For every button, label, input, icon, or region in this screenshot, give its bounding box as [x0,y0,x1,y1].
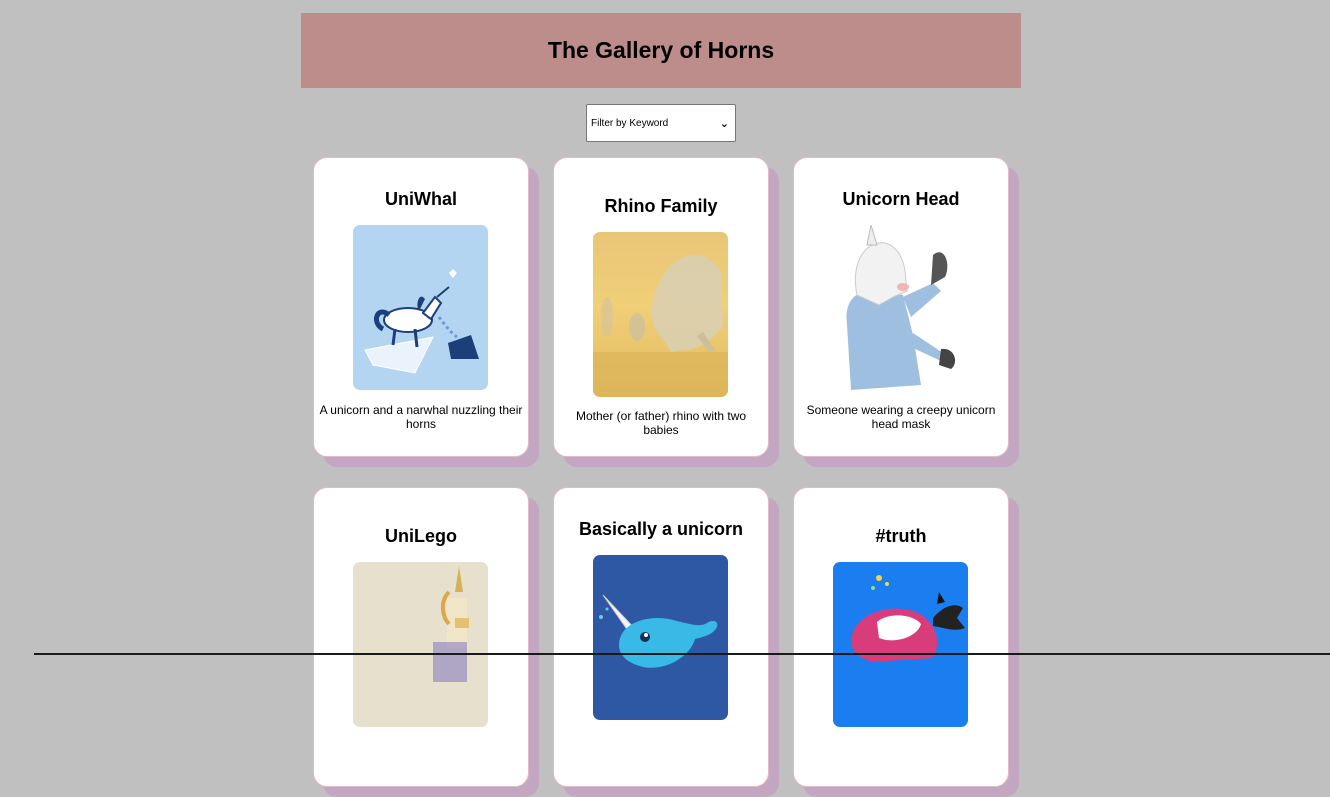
keyword-filter-select[interactable]: Filter by Keyword ⌄ [586,104,736,142]
card-body: Basically a unicorn [553,487,769,787]
narwhal-illustration-picture [851,575,965,662]
card-body: UniLego [313,487,529,787]
card-description: Someone wearing a creepy unicorn head ma… [806,403,996,431]
card-title: UniWhal [385,189,457,209]
lego-unicorn-picture [433,566,469,682]
card-description: Mother (or father) rhino with two babies [575,409,747,437]
card-image[interactable] [593,555,728,720]
card-title: UniLego [385,526,457,546]
card-title: #truth [875,526,927,546]
cartoon-narwhal-picture [599,594,718,668]
card-body: Unicorn Head Someone wearing a creepy un… [793,157,1009,457]
chevron-down-icon: ⌄ [719,117,729,130]
card-description: A unicorn and a narwhal nuzzling their h… [319,403,523,431]
card-body: Rhino Family Mother (or father) rhino wi… [553,157,769,457]
card-title: Rhino Family [604,196,718,216]
unicorn-mask-picture [846,225,956,390]
rhino-family-picture [593,255,728,397]
page-title: The Gallery of Horns [547,37,775,63]
card-image[interactable] [353,225,488,390]
page-header: The Gallery of Horns [301,13,1021,88]
card-title: Basically a unicorn [578,519,744,539]
card-image[interactable] [593,232,728,397]
card-image[interactable] [833,562,968,727]
card-image[interactable] [353,562,488,727]
unicorn-boat-picture [364,269,479,374]
card-body: UniWhal A unicorn and a narwhal nuzzling… [313,157,529,457]
card-title: Unicorn Head [842,189,960,209]
filter-label: Filter by Keyword [591,117,669,129]
card-body: #truth [793,487,1009,787]
card-image[interactable] [833,225,968,390]
